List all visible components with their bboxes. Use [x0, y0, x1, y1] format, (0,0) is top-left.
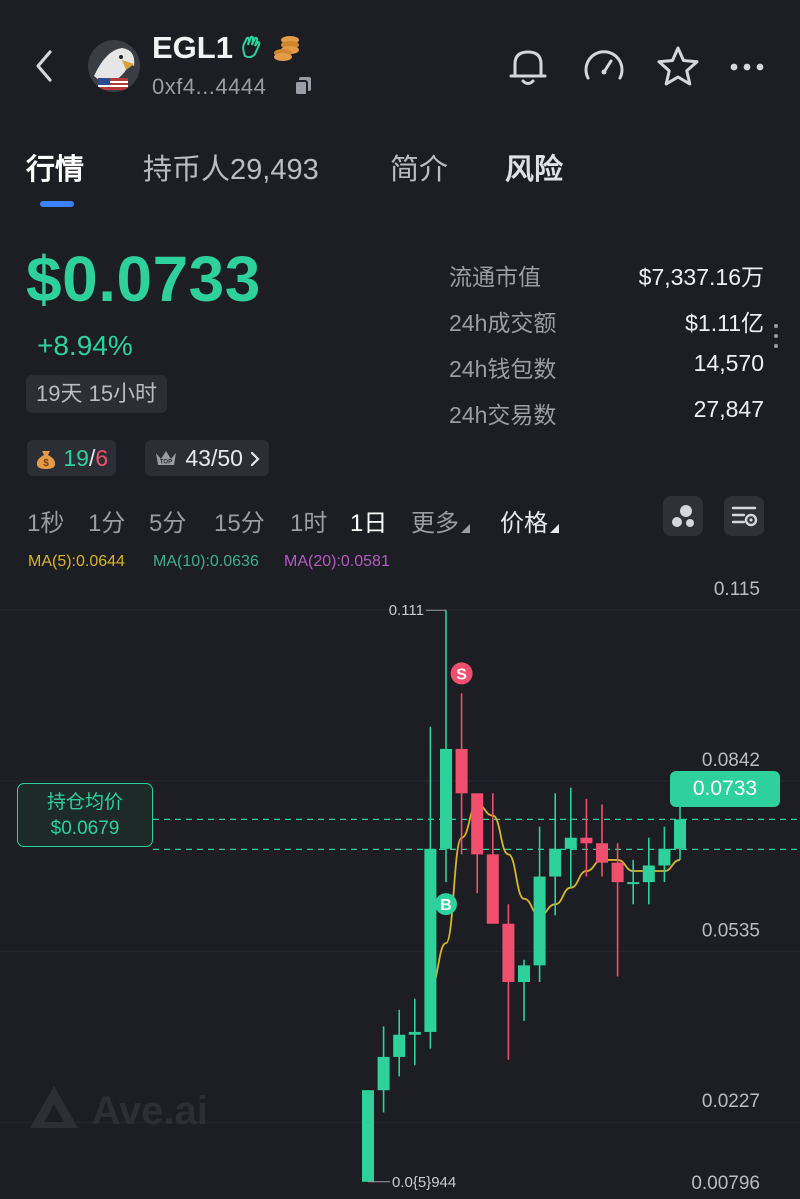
ma10-legend: MA(10):0.0636 [153, 553, 259, 570]
candle-body [642, 865, 655, 883]
sniper-buy-count: 19 [63, 445, 89, 471]
stat-value-market-cap: $7,337.16万 [638, 264, 764, 290]
buy-marker-label: B [440, 897, 452, 914]
y-tick-label: 0.0227 [702, 1091, 760, 1112]
vertical-more-icon[interactable] [772, 322, 780, 352]
interval-15m[interactable]: 15分 [214, 503, 265, 538]
avg-cost-box: 持仓均价 $0.0679 [17, 783, 153, 847]
candle-body [408, 1031, 421, 1035]
svg-text:$: $ [43, 458, 49, 469]
token-avatar [88, 40, 140, 92]
ma5-legend: MA(5):0.0644 [28, 553, 125, 570]
candle-body [658, 848, 671, 866]
y-tick-label: 0.115 [714, 579, 760, 600]
candle-body [674, 819, 686, 849]
interval-1d[interactable]: 1日 [350, 503, 387, 538]
bubbles-icon [672, 505, 694, 527]
sell-marker-label: S [456, 666, 467, 683]
stat-label-market-cap: 流通市值 [449, 264, 541, 290]
chevron-right-icon [251, 451, 260, 467]
candle-body [362, 1090, 374, 1182]
candle-body [580, 837, 593, 844]
stat-label-wallets: 24h钱包数 [449, 356, 557, 382]
gauge-icon[interactable] [579, 42, 629, 92]
candle-body [627, 882, 640, 885]
avg-cost-value: $0.0679 [50, 818, 120, 839]
chart-settings-button[interactable] [724, 496, 764, 536]
watermark-text: Ave.ai [91, 1089, 209, 1133]
candle-body [424, 848, 437, 1032]
star-icon[interactable] [653, 42, 703, 92]
candle-body [611, 862, 624, 883]
stat-label-trades: 24h交易数 [449, 402, 557, 428]
coins-badge-icon [272, 34, 302, 62]
y-tick-label: 0.0842 [702, 750, 760, 771]
hand-badge-icon [238, 34, 264, 60]
price-mode-select[interactable]: 价格 [500, 503, 559, 538]
sniper-sell-count: 6 [95, 445, 109, 471]
candle-body [518, 965, 530, 983]
tab-market[interactable]: 行情 [26, 146, 84, 188]
interval-more[interactable]: 更多 [411, 503, 470, 538]
token-name: EGL1 [152, 30, 233, 65]
candle-body [471, 793, 484, 855]
candle-body [455, 748, 468, 794]
low-price-label: 0.0{5}944 [392, 1174, 456, 1191]
candle-body [596, 843, 608, 863]
current-price-tag: 0.0733 [670, 771, 780, 807]
top-holders-value: 43/50 [185, 445, 243, 471]
high-price-label: 0.111 [389, 602, 424, 619]
avg-cost-label: 持仓均价 [46, 792, 123, 813]
candle-body [486, 854, 499, 924]
back-arrow-icon[interactable] [28, 46, 62, 86]
current-price: $0.0733 [26, 243, 261, 315]
money-bag-icon: $ [36, 451, 56, 469]
stat-value-volume: $1.11亿 [685, 310, 764, 336]
token-age: 19天 15小时 [26, 375, 168, 413]
candle-body [440, 748, 452, 849]
y-tick-label: 0.00796 [691, 1173, 760, 1194]
interval-1h[interactable]: 1时 [290, 503, 327, 538]
ave-logo-icon [30, 1086, 78, 1128]
sniper-chip[interactable]: $ 19/6 [27, 440, 117, 476]
svg-text:TOP: TOP [160, 460, 172, 466]
dropdown-triangle-icon [550, 524, 559, 533]
active-tab-indicator [40, 201, 74, 207]
candle-body [564, 837, 577, 849]
interval-1s[interactable]: 1秒 [27, 503, 64, 538]
tab-holders[interactable]: 持币人29,493 [143, 146, 319, 188]
watermark: Ave.ai [26, 1082, 208, 1134]
price-change: +8.94% [37, 330, 133, 361]
tab-risk[interactable]: 风险 [505, 146, 563, 188]
candle-body [533, 876, 546, 966]
stat-label-volume: 24h成交额 [449, 310, 557, 336]
y-tick-label: 0.0535 [702, 920, 760, 941]
candle-body [502, 923, 515, 983]
settings-list-icon [731, 506, 758, 527]
top-holders-chip[interactable]: TOP 43/50 [145, 440, 270, 476]
crown-icon: TOP [156, 451, 176, 466]
token-address: 0xf4...4444 [152, 74, 267, 99]
ma20-legend: MA(20):0.0581 [284, 553, 390, 570]
interval-more-label: 更多 [411, 510, 459, 537]
candle-body [549, 848, 562, 877]
stat-value-trades: 27,847 [693, 396, 764, 422]
stat-value-wallets: 14,570 [693, 350, 764, 376]
tab-intro[interactable]: 简介 [390, 146, 448, 188]
more-icon[interactable] [724, 42, 774, 92]
bell-icon[interactable] [503, 42, 553, 92]
price-mode-label: 价格 [500, 510, 548, 537]
dropdown-triangle-icon [461, 524, 470, 533]
indicator-tool-button[interactable] [663, 496, 703, 536]
candle-body [393, 1034, 406, 1057]
interval-1m[interactable]: 1分 [88, 503, 125, 538]
candle-body [377, 1056, 390, 1091]
interval-5m[interactable]: 5分 [149, 503, 186, 538]
copy-icon[interactable] [293, 75, 313, 97]
